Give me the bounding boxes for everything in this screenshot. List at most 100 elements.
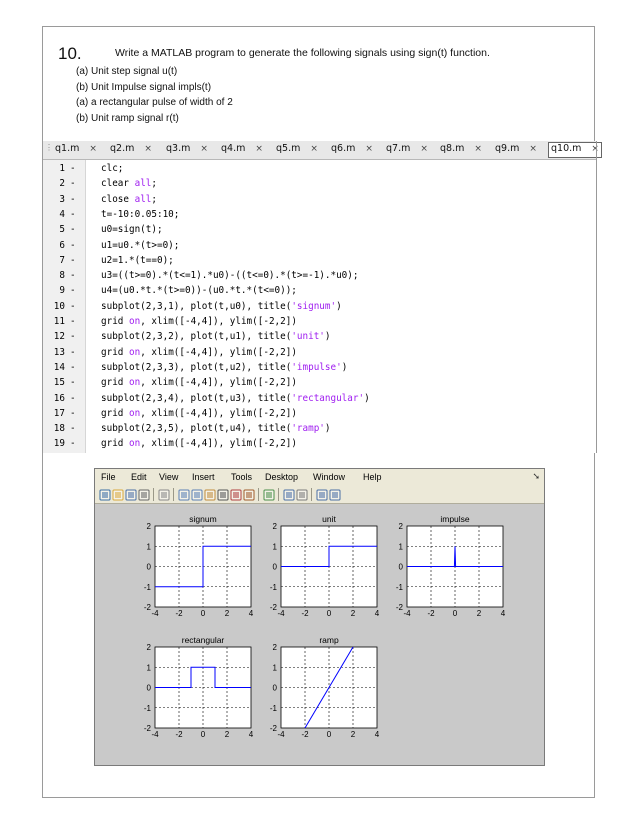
y-tick-label: -2 [144, 603, 152, 612]
line-number: 1 [59, 163, 65, 174]
menu-edit[interactable]: Edit [131, 472, 147, 482]
code-text: close all; [101, 193, 157, 205]
breakpoint-marker[interactable]: - [70, 178, 76, 189]
question-item: (a) Unit step signal u(t) [76, 66, 178, 77]
breakpoint-marker[interactable]: - [70, 209, 76, 220]
tab-q6-m[interactable]: q6.m × [331, 143, 373, 157]
colorbar-icon[interactable] [283, 488, 295, 501]
breakpoint-marker[interactable]: - [70, 316, 76, 327]
zoom-out-icon[interactable] [191, 488, 203, 501]
code-line: 9- u4=(u0.*t.*(t>=0))-(u0.*t.*(t<=0)); [43, 285, 597, 298]
editor-tab-bar: ⋮ q1.m × q2.m × q3.m × q4.m × q5.m × q6.m × q7.m × q8.… [43, 141, 602, 160]
breakpoint-marker[interactable]: - [70, 347, 76, 358]
tab-q8-m[interactable]: q8.m × [440, 143, 482, 157]
tab-label: q1.m [55, 143, 80, 154]
x-tick-label: 0 [201, 730, 206, 739]
tab-q3-m[interactable]: q3.m × [166, 143, 208, 157]
tab-close-icon[interactable]: × [365, 144, 373, 154]
tab-close-icon[interactable]: × [144, 144, 152, 154]
menu-view[interactable]: View [159, 472, 178, 482]
tab-close-icon[interactable]: × [200, 144, 208, 154]
x-tick-label: -4 [151, 730, 159, 739]
menu-tools[interactable]: Tools [231, 472, 252, 482]
menu-desktop[interactable]: Desktop [265, 472, 298, 482]
line-number: 3 [59, 193, 65, 205]
tab-q4-m[interactable]: q4.m × [221, 143, 263, 157]
breakpoint-marker[interactable]: - [70, 362, 76, 373]
code-text: grid on, xlim([-4,4]), ylim([-2,2]) [101, 346, 297, 358]
matlab-editor: ⋮ q1.m × q2.m × q3.m × q4.m × q5.m × q6.m × q7.m × q8.… [43, 141, 602, 453]
tab-close-icon[interactable]: × [420, 144, 428, 154]
tab-q7-m[interactable]: q7.m × [386, 143, 428, 157]
tab-close-icon[interactable]: × [89, 144, 97, 154]
line-number: 6 [59, 239, 65, 251]
x-tick-label: 4 [249, 609, 254, 618]
breakpoint-marker[interactable]: - [70, 438, 76, 449]
edit-plot-icon[interactable] [158, 488, 170, 501]
legend-icon[interactable] [296, 488, 308, 501]
code-text: grid on, xlim([-4,4]), ylim([-2,2]) [101, 377, 297, 389]
breakpoint-marker[interactable]: - [70, 163, 76, 174]
subplots-svg: -4 -2 0 2 4-2-1012signum-4 -2 0 2 4-2-1012unit-4… [144, 514, 506, 739]
x-tick-label: 0 [201, 609, 206, 618]
new-figure-icon[interactable] [99, 488, 111, 501]
breakpoint-marker[interactable]: - [70, 194, 76, 205]
figure-canvas: -4 -2 0 2 4 -2 -1 0 1 2 signum -4 -2 0 2 4 -2 -1 0 1 2 unit -4… [95, 504, 544, 765]
menu-window[interactable]: Window [313, 472, 345, 482]
link-plot-icon[interactable] [263, 488, 275, 501]
tab-q2-m[interactable]: q2.m × [110, 143, 152, 157]
y-tick-label: -1 [144, 704, 152, 713]
question-item: (b) Unit ramp signal r(t) [76, 112, 179, 124]
tab-q9-m[interactable]: q9.m × [495, 143, 537, 157]
breakpoint-marker[interactable]: - [70, 224, 76, 235]
tab-close-icon[interactable]: × [255, 144, 263, 154]
code-text: subplot(2,3,5), plot(t,u4), title('ramp'… [101, 423, 331, 435]
tab-close-icon[interactable]: × [529, 144, 537, 154]
menu-help[interactable]: Help [363, 472, 382, 482]
data-cursor-icon[interactable] [230, 488, 242, 501]
line-number: 9 [59, 285, 65, 297]
tab-close-icon[interactable]: × [474, 144, 482, 154]
breakpoint-marker[interactable]: - [70, 393, 76, 404]
y-tick-label: 2 [399, 522, 404, 531]
open-icon[interactable] [112, 488, 124, 501]
breakpoint-marker[interactable]: - [70, 270, 76, 281]
breakpoint-marker[interactable]: - [70, 240, 76, 251]
breakpoint-marker[interactable]: - [70, 377, 76, 388]
y-tick-label: -2 [270, 603, 278, 612]
code-line: 4- t=-10:0.05:10; [43, 209, 597, 222]
rotate-3d-icon[interactable] [217, 488, 229, 501]
x-tick-label: 0 [327, 730, 332, 739]
breakpoint-marker[interactable]: - [70, 255, 76, 266]
tab-q5-m[interactable]: q5.m × [276, 143, 318, 157]
line-number: 14 [53, 361, 65, 373]
brush-icon[interactable] [243, 488, 255, 501]
hide-plot-tools-icon[interactable] [316, 488, 328, 501]
breakpoint-marker[interactable]: - [70, 423, 76, 434]
code-line: 12- subplot(2,3,2), plot(t,u1), title('un… [43, 331, 597, 344]
save-icon[interactable] [125, 488, 137, 501]
menu-insert[interactable]: Insert [192, 472, 215, 482]
tab-label: q5.m [276, 143, 301, 154]
menu-file[interactable]: File [101, 472, 116, 482]
drag-grip-icon[interactable]: ⋮ [45, 144, 53, 155]
y-tick-label: -2 [270, 724, 278, 733]
pan-icon[interactable] [204, 488, 216, 501]
tab-q1-m[interactable]: q1.m × [55, 143, 97, 157]
breakpoint-marker[interactable]: - [70, 408, 76, 419]
print-icon[interactable] [138, 488, 150, 501]
y-tick-label: -1 [396, 583, 404, 592]
dock-arrow-icon[interactable]: ➘ [532, 471, 540, 482]
figure-toolbar [95, 485, 544, 504]
tab-q10-m[interactable]: q10.m× [548, 142, 602, 158]
code-line: 19- grid on, xlim([-4,4]), ylim([-2,2]) [43, 438, 597, 451]
y-tick-label: -1 [270, 583, 278, 592]
code-line: 18- subplot(2,3,5), plot(t,u4), title('ra… [43, 423, 597, 436]
show-plot-tools-icon[interactable] [329, 488, 341, 501]
tab-close-icon[interactable]: × [310, 144, 318, 154]
breakpoint-marker[interactable]: - [70, 331, 76, 342]
breakpoint-marker[interactable]: - [70, 285, 76, 296]
breakpoint-marker[interactable]: - [70, 301, 76, 312]
zoom-in-icon[interactable] [178, 488, 190, 501]
subplot-rectangular: -4 -2 0 2 4-2-1012rectangular [144, 635, 254, 739]
